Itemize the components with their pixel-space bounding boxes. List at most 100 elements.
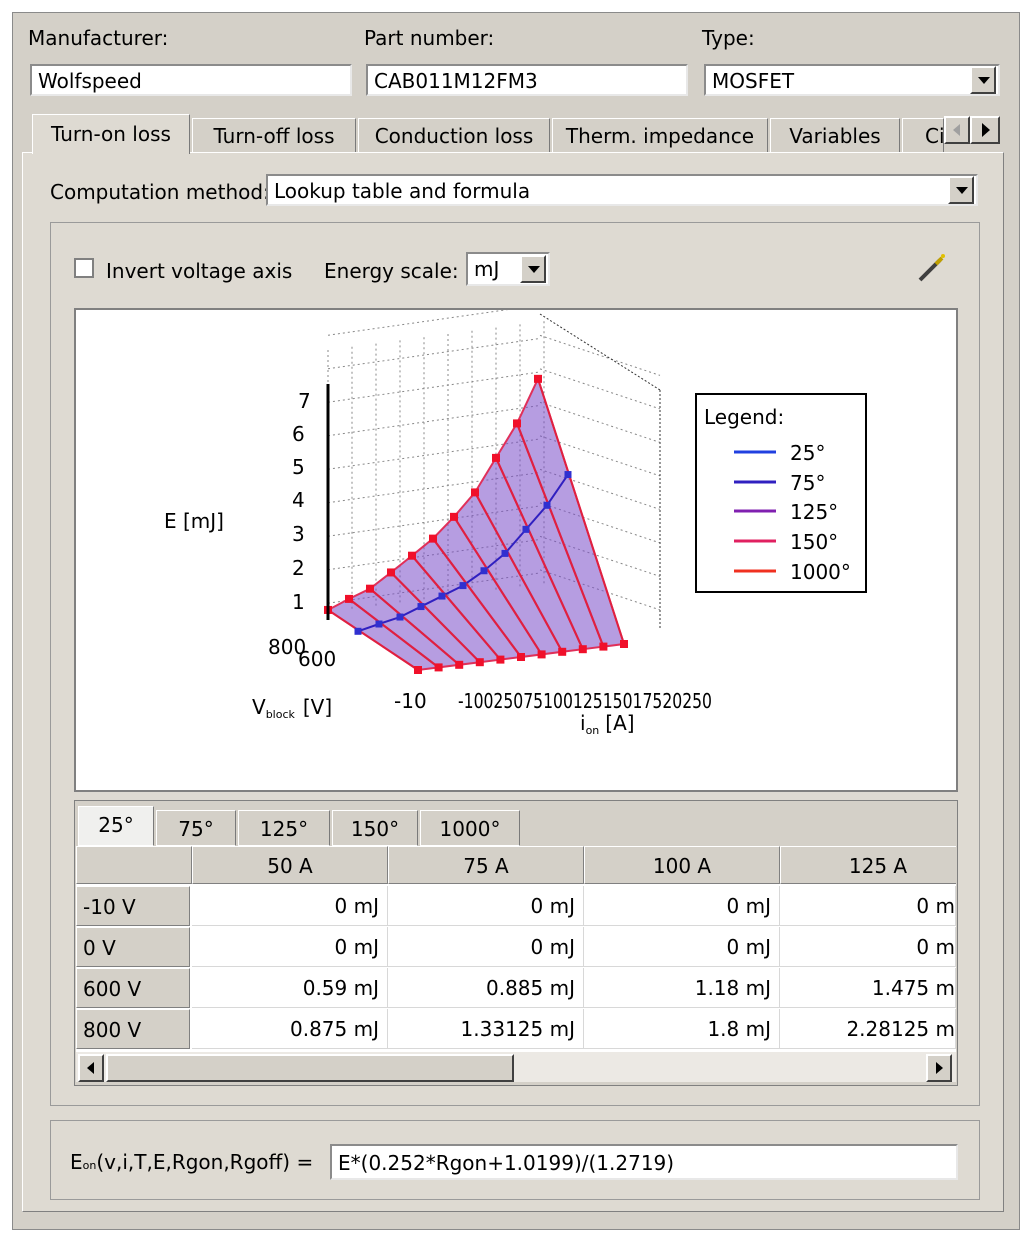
table-tab-25[interactable]: 25° [78,806,154,846]
tabs-scroll-right-button[interactable] [970,116,1000,144]
data-point-marker [450,512,458,521]
row-header[interactable]: 600 V [76,968,190,1008]
tab-therm-impedance[interactable]: Therm. impedance [552,118,768,152]
formula-label: Eon(v,i,T,E,Rgon,Rgoff) = [70,1150,314,1174]
table-cell[interactable]: 1.475 m [780,968,956,1008]
data-point-marker [501,549,509,557]
data-point-marker [534,374,542,383]
row-header[interactable]: -10 V [76,886,190,926]
table-tab-75[interactable]: 75° [156,810,236,846]
legend-title: Legend: [704,405,784,429]
data-point-marker [417,603,425,611]
table-cell[interactable]: 0 mJ [388,886,584,926]
table-cell[interactable]: 0 mJ [192,927,388,967]
data-point-marker [429,534,437,543]
column-header[interactable]: 125 A [780,846,956,884]
i-tick-labels: -1002507510012515017520250 [458,689,712,713]
table-cell[interactable]: 0 m [780,886,956,926]
table-cell[interactable]: 1.18 mJ [584,968,780,1008]
data-point-marker [599,642,608,651]
data-point-marker [471,488,479,497]
table-cell[interactable]: 0 mJ [584,886,780,926]
v-tick-label: 600 [298,647,336,671]
tab-ci[interactable]: Ci [902,118,944,152]
computation-dropdown-arrow-icon[interactable] [948,176,974,204]
data-point-marker [455,660,464,669]
data-point-marker [434,663,443,672]
data-grid[interactable]: 50 A 75 A 100 A 125 A -10 V 0 mJ 0 mJ 0 … [76,846,956,1052]
legend-entry: 150° [790,530,838,554]
arrow-left-icon [87,1062,94,1074]
type-label: Type: [702,26,755,50]
energy-scale-dropdown-arrow-icon[interactable] [520,255,546,283]
grid-line [327,405,539,437]
data-point-marker [459,582,467,590]
tab-conduction-loss[interactable]: Conduction loss [358,118,550,152]
chart-legend: Legend: 25° 75° 125° 150° 1000° [695,393,867,593]
table-cell[interactable]: 0.59 mJ [192,968,388,1008]
column-header[interactable]: 100 A [584,846,780,884]
data-point-marker [438,592,446,600]
data-point-marker [543,501,551,509]
chart-area: 7 6 5 4 3 2 1 E [mJ] 800 600 -10 Vblock[… [74,304,958,792]
table-cell[interactable]: 2.28125 m [780,1009,956,1049]
part-number-field[interactable]: CAB011M12FM3 [366,64,688,96]
data-point-marker [387,568,395,577]
type-dropdown-arrow-icon[interactable] [970,66,996,94]
table-cell[interactable]: 0 mJ [584,927,780,967]
grid-line [539,401,661,443]
data-point-marker [517,653,525,661]
row-header[interactable]: 800 V [76,1009,190,1049]
z-tick-label: 5 [292,455,305,479]
chevron-right-icon [982,123,990,137]
tabs-scroll-left-button[interactable] [944,116,970,144]
data-point-marker [564,471,572,479]
tab-turn-on-loss[interactable]: Turn-on loss [32,114,190,154]
data-point-marker [354,627,362,635]
scroll-right-button[interactable] [926,1054,952,1082]
legend-entry: 75° [790,471,825,495]
table-cell[interactable]: 1.8 mJ [584,1009,780,1049]
table-cell[interactable]: 0 m [780,927,956,967]
v-tick-label: -10 [394,689,427,713]
column-header[interactable]: 50 A [192,846,388,884]
v-axis-label: Vblock [V] [252,695,332,721]
invert-voltage-checkbox[interactable] [74,258,94,278]
row-header[interactable]: 0 V [76,927,190,967]
data-point-marker [396,613,404,621]
computation-method-select[interactable]: Lookup table and formula [266,174,978,206]
z-axis-label: E [mJ] [164,509,224,533]
z-tick-label: 1 [292,590,305,614]
scroll-left-button[interactable] [78,1054,104,1082]
z-tick-label: 4 [292,488,305,512]
type-select[interactable]: MOSFET [704,64,1000,96]
manufacturer-field[interactable]: Wolfspeed [30,64,352,96]
column-header[interactable]: 75 A [388,846,584,884]
grid-line [539,313,661,391]
data-point-marker [558,647,567,656]
table-cell[interactable]: 0 mJ [388,927,584,967]
z-tick-label: 2 [292,556,305,580]
surface-chart[interactable]: 7 6 5 4 3 2 1 E [mJ] 800 600 -10 Vblock[… [76,304,956,790]
formula-input[interactable]: E*(0.252*Rgon+1.0199)/(1.2719) [330,1144,958,1180]
data-point-marker [366,584,374,593]
grid-line [327,371,539,403]
table-tab-150[interactable]: 150° [332,810,418,846]
z-tick-label: 6 [292,422,305,446]
data-point-marker [375,620,383,628]
tab-variables[interactable]: Variables [770,118,900,152]
scrollbar-thumb[interactable] [106,1054,514,1082]
table-cell[interactable]: 1.33125 mJ [388,1009,584,1049]
data-point-marker [475,658,484,667]
tab-turn-off-loss[interactable]: Turn-off loss [192,118,356,152]
table-cell[interactable]: 0.875 mJ [192,1009,388,1049]
data-point-marker [480,567,488,575]
energy-scale-label: Energy scale: [324,259,459,283]
table-cell[interactable]: 0 mJ [192,886,388,926]
grid-line [539,334,661,376]
magic-wand-icon[interactable] [914,250,950,286]
table-tab-125[interactable]: 125° [238,810,330,846]
table-cell[interactable]: 0.885 mJ [388,968,584,1008]
legend-entry: 125° [790,500,838,524]
table-tab-1000[interactable]: 1000° [420,810,520,846]
